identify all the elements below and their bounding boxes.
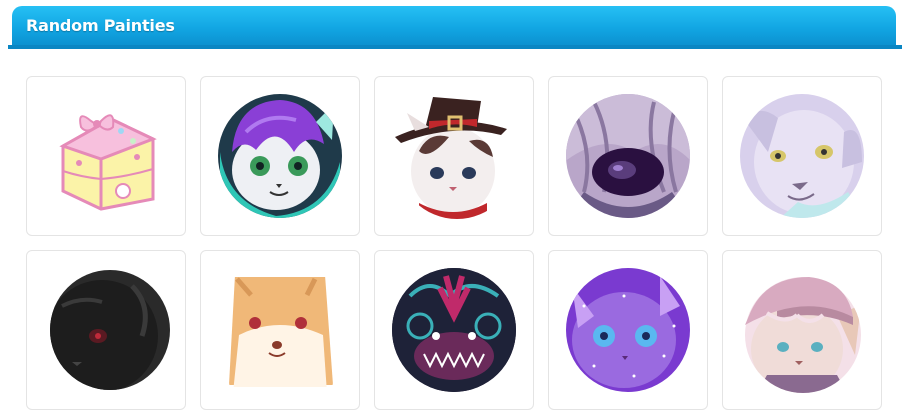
painty-card[interactable] xyxy=(548,76,708,236)
shiba-dog-icon xyxy=(229,277,333,387)
header-divider xyxy=(8,45,902,49)
painty-card[interactable] xyxy=(722,76,882,236)
painty-card[interactable] xyxy=(374,76,534,236)
galaxy-cat-icon xyxy=(566,268,690,392)
painty-card[interactable] xyxy=(26,250,186,410)
dragon-icon xyxy=(392,268,516,392)
cake-slice-with-bow-icon xyxy=(59,114,157,211)
painty-card[interactable] xyxy=(200,250,360,410)
random-painties-panel: Random Painties xyxy=(0,0,909,417)
black-cat-icon xyxy=(50,270,170,390)
painty-card[interactable] xyxy=(548,250,708,410)
white-wolf-icon xyxy=(740,94,864,218)
painty-card[interactable] xyxy=(374,250,534,410)
dark-purple-creature-icon xyxy=(566,94,690,218)
painties-grid xyxy=(26,76,882,410)
purple-haired-cat-icon xyxy=(218,94,342,218)
painty-card[interactable] xyxy=(722,250,882,410)
creature-with-cap-icon xyxy=(745,277,861,393)
painty-card[interactable] xyxy=(200,76,360,236)
panel-title: Random Painties xyxy=(26,16,175,35)
cat-with-top-hat-icon xyxy=(395,97,517,219)
painty-card[interactable] xyxy=(26,76,186,236)
